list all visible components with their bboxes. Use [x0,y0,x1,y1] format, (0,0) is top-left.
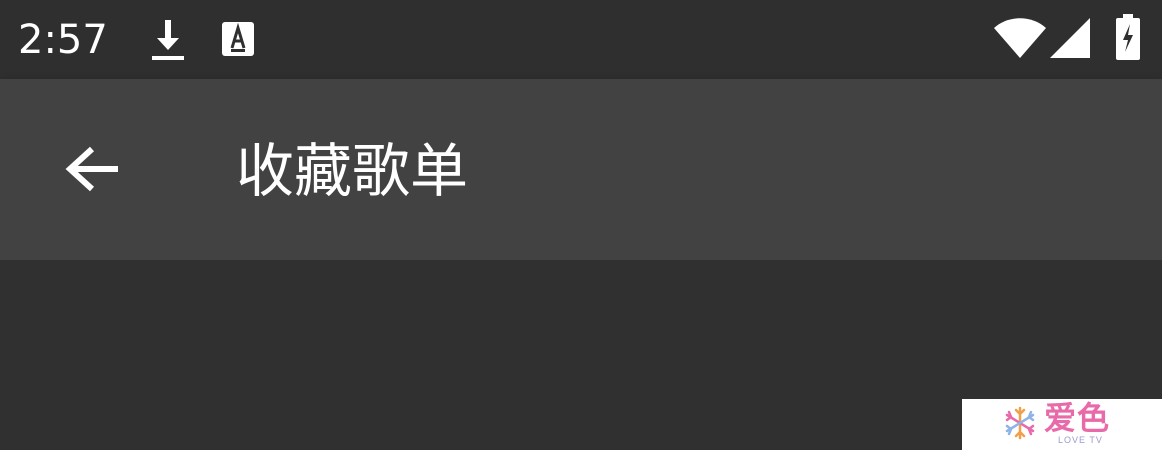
watermark-brand: 爱色 [1044,399,1111,437]
status-bar: 2:57 [0,0,1162,79]
cell-signal-icon [1050,18,1090,58]
app-bar: 收藏歌单 [0,79,1162,260]
status-time: 2:57 [18,17,108,63]
watermark: 爱色 LOVE TV [962,399,1162,450]
page-title: 收藏歌单 [236,137,469,205]
download-icon [152,20,184,60]
wifi-icon [994,18,1046,58]
keyboard-a-icon [222,22,254,56]
arrow-back-icon[interactable] [48,125,136,213]
watermark-subtitle: LOVE TV [1058,435,1103,445]
snowflake-logo-icon [1005,406,1035,440]
battery-charging-icon [1116,14,1140,60]
